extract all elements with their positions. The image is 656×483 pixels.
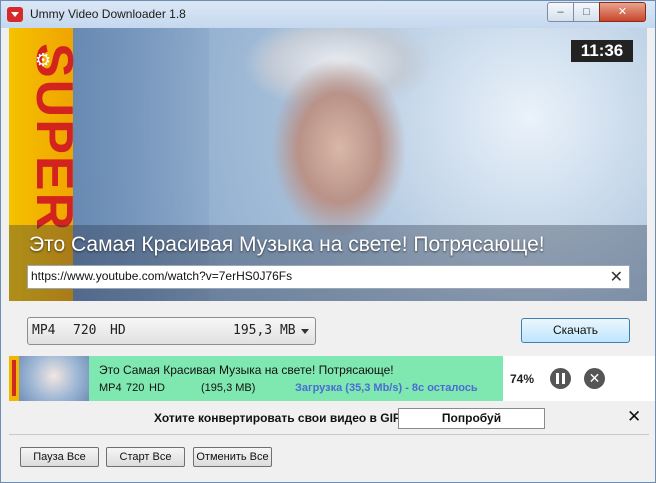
download-button[interactable]: Скачать (521, 318, 630, 343)
cancel-all-button[interactable]: Отменить Все (193, 447, 272, 467)
window-title: Ummy Video Downloader 1.8 (30, 7, 186, 21)
title-bar[interactable]: Ummy Video Downloader 1.8 – □ ✕ (1, 1, 655, 28)
format-hd: HD (110, 323, 126, 338)
format-quality: 720 (73, 323, 97, 338)
pause-icon[interactable] (550, 368, 571, 389)
app-window: Ummy Video Downloader 1.8 – □ ✕ SUPER ⚙ … (0, 0, 656, 483)
download-status: Загрузка (35,3 Mb/s) - 8с осталось (295, 382, 478, 394)
download-title: Это Самая Красивая Музыка на свете! Потр… (99, 363, 394, 377)
chevron-down-icon (301, 329, 309, 334)
thumbnail-logo-strip (9, 356, 19, 401)
try-gif-button[interactable]: Попробуй (398, 408, 545, 429)
start-all-button[interactable]: Старт Все (106, 447, 185, 467)
clear-url-icon[interactable]: ✕ (610, 267, 623, 287)
download-item: Это Самая Красивая Музыка на свете! Потр… (9, 356, 655, 401)
video-title: Это Самая Красивая Музыка на свете! Потр… (29, 233, 545, 256)
download-size: (195,3 MB) (201, 382, 256, 394)
divider (9, 434, 649, 435)
download-progress-bar: Это Самая Красивая Музыка на свете! Потр… (89, 356, 503, 401)
maximize-button[interactable]: □ (573, 2, 600, 22)
app-logo-icon (7, 7, 23, 22)
download-hd: HD (149, 382, 165, 394)
format-type: MP4 (32, 323, 56, 338)
close-promo-icon[interactable]: ✕ (627, 407, 641, 427)
download-thumbnail (9, 356, 89, 401)
format-size: 195,3 MB (233, 323, 296, 338)
url-value: https://www.youtube.com/watch?v=7erHS0J7… (31, 269, 293, 283)
download-format: MP4 (99, 382, 122, 394)
gif-promo-text: Хотите конвертировать свои видео в GIF? (154, 411, 408, 425)
download-percent: 74% (510, 372, 535, 386)
pause-all-button[interactable]: Пауза Все (20, 447, 99, 467)
video-preview: SUPER ⚙ 11:36 Это Самая Красивая Музыка … (9, 28, 647, 301)
cancel-download-icon[interactable]: ✕ (584, 368, 605, 389)
close-button[interactable]: ✕ (599, 2, 646, 22)
gear-icon[interactable]: ⚙ (35, 50, 51, 71)
minimize-button[interactable]: – (547, 2, 574, 22)
video-duration: 11:36 (571, 40, 633, 62)
url-input[interactable]: https://www.youtube.com/watch?v=7erHS0J7… (27, 265, 630, 289)
download-quality: 720 (126, 382, 145, 394)
format-select[interactable]: MP4 720 HD 195,3 MB (27, 317, 316, 345)
gif-promo-bar: Хотите конвертировать свои видео в GIF? … (9, 404, 655, 432)
